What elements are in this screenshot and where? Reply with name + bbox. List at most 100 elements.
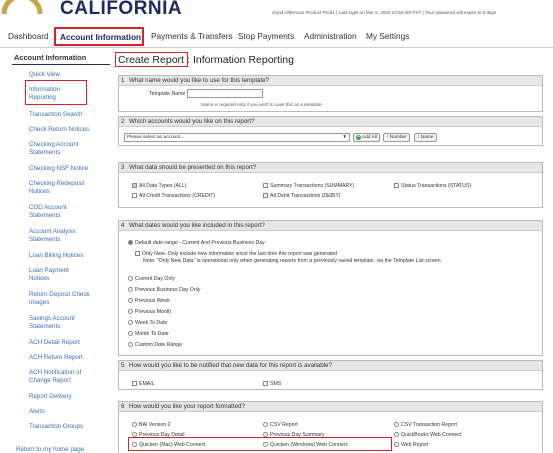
data-summary-option[interactable]: Summary Transactions (SUMMARY) (263, 183, 354, 189)
notify-sms-option[interactable]: SMS (263, 381, 281, 387)
date-custom-range-label: Custom Date Range (135, 342, 182, 348)
section-4-number: 4 (121, 222, 125, 229)
section-2-question: Which accounts would you like on this re… (129, 118, 255, 125)
data-debit-option[interactable]: All Debit Transactions (DEBIT) (263, 193, 340, 199)
date-previous-business-day-option[interactable]: Previous Business Day Only (128, 287, 200, 293)
radio-month-to-date[interactable] (128, 331, 133, 337)
data-debit-label: All Debit Transactions (DEBIT) (270, 193, 341, 199)
format-quickbooks-option[interactable]: QuickBooks Web Connect (394, 432, 461, 438)
date-week-to-date-option[interactable]: Week To Date (128, 320, 167, 326)
sidebar-item-transaction-groups[interactable]: Transaction Groups (29, 423, 109, 431)
checkbox-sms[interactable] (263, 381, 268, 387)
sidebar-item-checking-redeposit-notices[interactable]: Checking Redeposit Notices (29, 180, 93, 196)
nav-account-information[interactable]: Account Information (54, 27, 144, 46)
data-status-option[interactable]: Status Transactions (STATUS) (394, 183, 471, 189)
sidebar-item-information-reporting[interactable]: Information Reporting (29, 86, 81, 102)
sidebar-item-cod-account-statements[interactable]: COD Account Statements (29, 204, 83, 220)
format-csv-transaction-label: CSV Transaction Report (401, 422, 457, 428)
sidebar-item-loan-billing-notices[interactable]: Loan Billing Notices (29, 252, 109, 260)
radio-previous-business-day[interactable] (128, 287, 133, 293)
sidebar-item-quick-view[interactable]: Quick View (29, 71, 109, 79)
radio-bai[interactable] (132, 422, 137, 428)
date-previous-week-option[interactable]: Previous Week (128, 298, 170, 304)
nav-stop-payments[interactable]: Stop Payments (238, 31, 294, 41)
sidebar-item-account-analysis-statements[interactable]: Account Analysis Statements (29, 228, 83, 244)
sidebar-item-report-delivery[interactable]: Report Delivery (29, 393, 109, 401)
nav-account-information-label: Account Information (60, 32, 142, 42)
radio-quickbooks[interactable] (394, 432, 399, 438)
checkbox-summary[interactable] (263, 183, 268, 189)
checkbox-only-new[interactable] (135, 251, 140, 257)
radio-previous-month[interactable] (128, 309, 133, 315)
format-bai-option[interactable]: BAI Version 2 (132, 422, 170, 428)
data-all-option[interactable]: All Data Types (ALL) (132, 183, 186, 189)
sort-name-button[interactable]: ↕ Name (414, 133, 437, 142)
nav-payments-transfers[interactable]: Payments & Transfers (151, 31, 233, 41)
sidebar-item-checking-nsf-notice[interactable]: Checking NSF Notice (29, 165, 109, 173)
sidebar-item-transaction-search[interactable]: Transaction Search (29, 111, 109, 119)
sidebar-item-loan-payment-notices[interactable]: Loan Payment Notices (29, 267, 83, 283)
notify-email-label: EMAIL (139, 381, 155, 387)
page-title-prefix: Create Report : (118, 54, 190, 66)
radio-default-date[interactable] (128, 240, 133, 246)
date-previous-month-label: Previous Month (135, 309, 172, 315)
section-1-question: What name would you like to use for this… (129, 77, 269, 84)
header: CALIFORNIA Good Afternoon Product Prod1 … (0, 0, 553, 22)
date-current-day-option[interactable]: Current Day Only (128, 276, 175, 282)
brand-name[interactable]: CALIFORNIA (60, 0, 182, 20)
date-current-day-label: Current Day Only (135, 276, 176, 282)
template-name-input[interactable] (187, 89, 263, 98)
bank-logo-icon[interactable] (0, 0, 44, 22)
section-accounts: 2 Which accounts would you like on this r… (118, 116, 543, 146)
sidebar-item-checking-account-statements[interactable]: Checking Account Statements (29, 141, 93, 157)
sidebar-item-ach-detail-report[interactable]: ACH Detail Report (29, 339, 109, 347)
data-all-label: All Data Types (ALL) (139, 183, 187, 189)
nav-administration[interactable]: Administration (304, 31, 357, 41)
radio-csv-transaction[interactable] (394, 422, 399, 428)
date-month-to-date-option[interactable]: Month To Date (128, 331, 169, 337)
section-dates: 4 What dates would you like included in t… (118, 220, 543, 356)
return-home-link[interactable]: Return to my home page (16, 446, 84, 453)
checkbox-credit[interactable] (132, 193, 137, 199)
sidebar-item-savings-account-statements[interactable]: Savings Account Statements (29, 315, 83, 331)
date-previous-month-option[interactable]: Previous Month (128, 309, 171, 315)
format-bai-label: BAI Version 2 (139, 422, 171, 428)
sidebar-item-ach-return-report[interactable]: ACH Return Report (29, 354, 109, 362)
date-only-new-label: Only New- Only include new information s… (142, 251, 338, 257)
section-5-number: 5 (121, 362, 125, 369)
radio-previous-week[interactable] (128, 298, 133, 304)
date-custom-range-option[interactable]: Custom Date Range (128, 342, 182, 348)
format-web-report-option[interactable]: Web Report (394, 442, 429, 448)
format-csv-transaction-option[interactable]: CSV Transaction Report (394, 422, 457, 428)
checkbox-email[interactable] (132, 381, 137, 387)
sidebar-item-check-return-notices[interactable]: Check Return Notices (29, 126, 109, 134)
radio-week-to-date[interactable] (128, 320, 133, 326)
checkbox-status[interactable] (394, 183, 399, 189)
section-3-number: 3 (121, 164, 125, 171)
nav-my-settings[interactable]: My Settings (366, 31, 409, 41)
radio-web-report[interactable] (394, 442, 399, 448)
page-title-suffix: Information Reporting (193, 54, 294, 66)
radio-current-day[interactable] (128, 276, 133, 282)
data-credit-option[interactable]: All Credit Transactions (CREDIT) (132, 193, 215, 199)
section-5-header: 5 How would you like to be notified that … (119, 361, 542, 371)
chevron-down-icon: ▼ (342, 135, 347, 140)
checkbox-all-data[interactable] (132, 183, 137, 189)
checkbox-debit[interactable] (263, 193, 268, 199)
nav-dashboard[interactable]: Dashboard (8, 31, 49, 41)
format-csv-option[interactable]: CSV Report (263, 422, 298, 428)
radio-custom-range[interactable] (128, 342, 133, 348)
sidebar-heading: Account Information (14, 53, 87, 62)
plus-icon: + (356, 134, 361, 140)
account-select[interactable]: Please select an account... ▼ (124, 133, 350, 142)
date-default-option[interactable]: Default date range - Current And Previou… (128, 240, 265, 246)
sidebar-item-ach-notification-of-change-report[interactable]: ACH Notification of Change Report (29, 369, 93, 385)
radio-csv[interactable] (263, 422, 268, 428)
sidebar-item-return-deposit-check-images[interactable]: Return Deposit Check Images (29, 291, 111, 307)
add-all-button[interactable]: + Add All (353, 133, 380, 142)
section-3-header: 3 What data should be presented on this r… (119, 163, 542, 173)
notify-email-option[interactable]: EMAIL (132, 381, 155, 387)
sidebar-item-alerts[interactable]: Alerts (29, 408, 109, 416)
sort-number-button[interactable]: ↕ Number (383, 133, 410, 142)
date-only-new-option[interactable]: Only New- Only include new information s… (135, 251, 337, 257)
